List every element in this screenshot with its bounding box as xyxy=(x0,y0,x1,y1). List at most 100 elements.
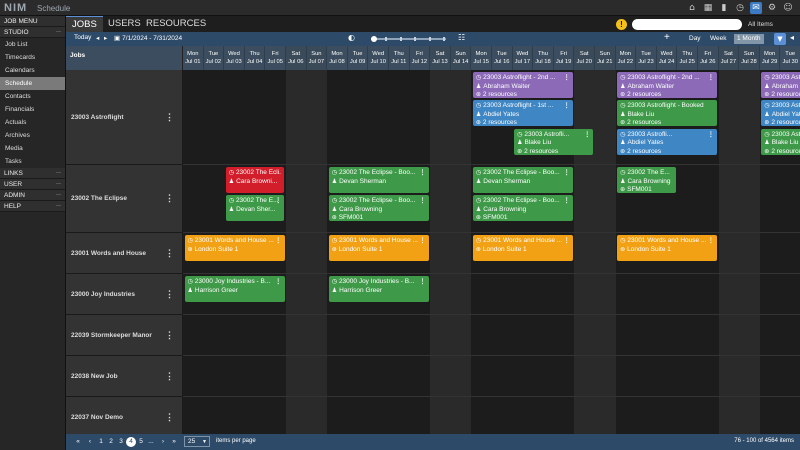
schedule-event[interactable]: ◷23003 Astroflig...♟Abraham Wa...⊛2 reso… xyxy=(761,72,800,98)
event-menu-icon[interactable]: ⋮ xyxy=(563,74,570,83)
event-menu-icon[interactable]: ⋮ xyxy=(563,102,570,111)
next-page-button[interactable]: › xyxy=(159,437,167,447)
row-menu-icon[interactable]: ⋮ xyxy=(165,289,174,300)
sidebar-item-archives[interactable]: Archives xyxy=(0,129,65,142)
next-button[interactable]: ▸ xyxy=(104,34,107,42)
schedule-event[interactable]: ◷ 23002 The Ecli... ♟ Cara Browni... xyxy=(225,167,285,193)
mail-icon[interactable]: ✉ xyxy=(750,2,762,14)
schedule-event[interactable]: ◷ 23002 The E... ♟ Cara Browning ⊛ SFM001 xyxy=(617,167,676,193)
event-menu-icon[interactable]: ⋮ xyxy=(419,237,426,246)
schedule-event[interactable]: ◷ 23003 Astroflight - 2nd ... ♟ Abraham Wai… xyxy=(472,72,573,98)
event-menu-icon[interactable]: ⋮ xyxy=(275,197,282,206)
tab-resources[interactable]: RESOURCES xyxy=(140,16,212,32)
add-button[interactable]: + xyxy=(664,32,670,43)
event-menu-icon[interactable]: ⋮ xyxy=(584,131,591,140)
row-menu-icon[interactable]: ⋮ xyxy=(165,112,174,123)
schedule-event[interactable]: ◷ 23002 The Eclipse - Boo... ♟ Cara Brownin… xyxy=(472,195,573,222)
sidebar-item-schedule[interactable]: Schedule xyxy=(0,77,65,90)
row-menu-icon[interactable]: ⋮ xyxy=(165,193,174,204)
view-week-button[interactable]: Week xyxy=(707,34,730,44)
event-menu-icon[interactable]: ⋮ xyxy=(563,169,570,178)
page-3[interactable]: 3 xyxy=(117,437,125,447)
schedule-event[interactable]: ◷ 23003 Astroflight - 1st ... ♟ Abdiel Yate… xyxy=(472,100,573,127)
schedule-event[interactable]: ◷ 23003 Astrofli... ♟ Blake Liu ⊛ 2 resources… xyxy=(514,128,594,155)
warning-icon[interactable]: ! xyxy=(616,19,627,30)
row-menu-icon[interactable]: ⋮ xyxy=(165,412,174,423)
event-menu-icon[interactable]: ⋮ xyxy=(419,197,426,206)
schedule-event[interactable]: ◷ 23000 Joy Industries - B... ♟ Harrison Gr… xyxy=(184,276,285,302)
zoom-slider[interactable] xyxy=(371,36,446,42)
clock-icon[interactable]: ◷ xyxy=(734,2,746,14)
schedule-event[interactable]: ◷ 23001 Words and House ... ⊛ London Suite … xyxy=(617,235,718,261)
schedule-event[interactable]: ◷23003 Astrofli...♟Blake Liu⊛2 resources xyxy=(761,128,800,155)
sidebar-item-contacts[interactable]: Contacts xyxy=(0,90,65,103)
event-menu-icon[interactable]: ⋮ xyxy=(708,74,715,83)
sidebar-section-help[interactable]: HELP — xyxy=(0,201,65,212)
event-menu-icon[interactable]: ⋮ xyxy=(275,237,282,246)
view-month-button[interactable]: 1 Month xyxy=(734,34,764,44)
user-icon[interactable]: ☺ xyxy=(782,2,794,14)
date-range[interactable]: ▣ 7/1/2024 - 7/31/2024 xyxy=(114,34,182,42)
schedule-event[interactable]: ◷ 23002 The E... ♟ Devan Sher... ⋮ xyxy=(225,195,285,222)
job-row-label[interactable]: 23002 The Eclipse ⋮ xyxy=(66,165,183,233)
sidebar-section-job-menu[interactable]: JOB MENU xyxy=(0,16,65,27)
collapse-icon[interactable]: ◂ xyxy=(790,33,794,42)
rows-filter-icon[interactable]: ☷ xyxy=(458,33,465,42)
page-4[interactable]: 4 xyxy=(126,437,136,447)
job-row-label[interactable]: 23001 Words and House ⋮ xyxy=(66,233,183,274)
sidebar-item-tasks[interactable]: Tasks xyxy=(0,155,65,168)
event-menu-icon[interactable]: ⋮ xyxy=(563,197,570,206)
row-menu-icon[interactable]: ⋮ xyxy=(165,330,174,341)
event-menu-icon[interactable]: ⋮ xyxy=(419,169,426,178)
schedule-event[interactable]: ◷ 23002 The Eclipse - Boo... ♟ Devan Sherma… xyxy=(328,167,429,193)
schedule-event[interactable]: ◷ 23002 The Eclipse - Boo... ♟ Devan Sherma… xyxy=(472,167,573,193)
job-row-label[interactable]: 23000 Joy Industries ⋮ xyxy=(66,274,183,315)
bookmark-icon[interactable]: ▮ xyxy=(718,2,730,14)
job-row-label[interactable]: 22038 New Job ⋮ xyxy=(66,356,183,397)
page-ellipsis[interactable]: ... xyxy=(147,437,155,447)
job-row-label[interactable]: 22037 Nov Demo ⋮ xyxy=(66,397,183,438)
sidebar-item-calendars[interactable]: Calendars xyxy=(0,64,65,77)
schedule-event[interactable]: ◷ 23000 Joy Industries - B... ♟ Harrison Gr… xyxy=(328,276,429,302)
sidebar-section-studio[interactable]: STUDIO — xyxy=(0,27,65,38)
sidebar-section-links[interactable]: LINKS — xyxy=(0,168,65,179)
schedule-event[interactable]: ◷ 23003 Astroflight - Booked ♟ Blake Liu ⊛ 2 … xyxy=(617,100,718,127)
event-menu-icon[interactable]: ⋮ xyxy=(419,278,426,287)
schedule-event[interactable]: ◷ 23001 Words and House ... ⊛ London Suite … xyxy=(184,235,285,261)
schedule-event[interactable]: ◷ 23003 Astrofli... ♟ Abdiel Yates ⊛ 2 resour… xyxy=(617,128,718,155)
page-1[interactable]: 1 xyxy=(97,437,105,447)
event-menu-icon[interactable]: ⋮ xyxy=(275,278,282,287)
sidebar-item-financials[interactable]: Financials xyxy=(0,103,65,116)
funnel-icon[interactable]: ▼ xyxy=(774,33,786,45)
tab-jobs[interactable]: JOBS xyxy=(66,16,103,32)
job-row-label[interactable]: 22039 Stormkeeper Manor ⋮ xyxy=(66,315,183,356)
row-menu-icon[interactable]: ⋮ xyxy=(165,248,174,259)
sidebar-section-admin[interactable]: ADMIN — xyxy=(0,190,65,201)
filter-select[interactable]: All Items▼ xyxy=(748,19,800,30)
event-menu-icon[interactable]: ⋮ xyxy=(563,237,570,246)
page-2[interactable]: 2 xyxy=(107,437,115,447)
prev-page-button[interactable]: ‹ xyxy=(86,437,94,447)
schedule-event[interactable]: ◷ 23003 Astroflight - 2nd ... ♟ Abraham Wai… xyxy=(617,72,718,98)
prev-button[interactable]: ◂ xyxy=(96,34,99,42)
job-row-label[interactable]: 23003 Astroflight ⋮ xyxy=(66,70,183,165)
event-menu-icon[interactable]: ⋮ xyxy=(708,237,715,246)
sidebar-item-actuals[interactable]: Actuals xyxy=(0,116,65,129)
gear-icon[interactable]: ⚙ xyxy=(766,2,778,14)
sidebar-item-timecards[interactable]: Timecards xyxy=(0,51,65,64)
color-drop-icon[interactable]: ◐ xyxy=(348,33,355,42)
sidebar-item-job-list[interactable]: Job List xyxy=(0,38,65,51)
home-icon[interactable]: ⌂ xyxy=(686,2,698,14)
page-5[interactable]: 5 xyxy=(137,437,145,447)
schedule-event[interactable]: ◷23003 Astrofl...♟Abdiel Yates⊛2 resourc… xyxy=(761,100,800,127)
per-page-select[interactable]: 25 ▼ xyxy=(184,436,210,447)
today-button[interactable]: Today xyxy=(74,34,91,41)
first-page-button[interactable]: « xyxy=(74,437,82,447)
grid-icon[interactable]: ▦ xyxy=(702,2,714,14)
zoom-slider-knob[interactable] xyxy=(371,36,377,42)
event-menu-icon[interactable]: ⋮ xyxy=(708,131,715,140)
schedule-event[interactable]: ◷ 23001 Words and House ... ⊛ London Suite … xyxy=(328,235,429,261)
search-input[interactable] xyxy=(632,19,742,30)
view-day-button[interactable]: Day xyxy=(686,34,704,44)
sidebar-section-user[interactable]: USER — xyxy=(0,179,65,190)
